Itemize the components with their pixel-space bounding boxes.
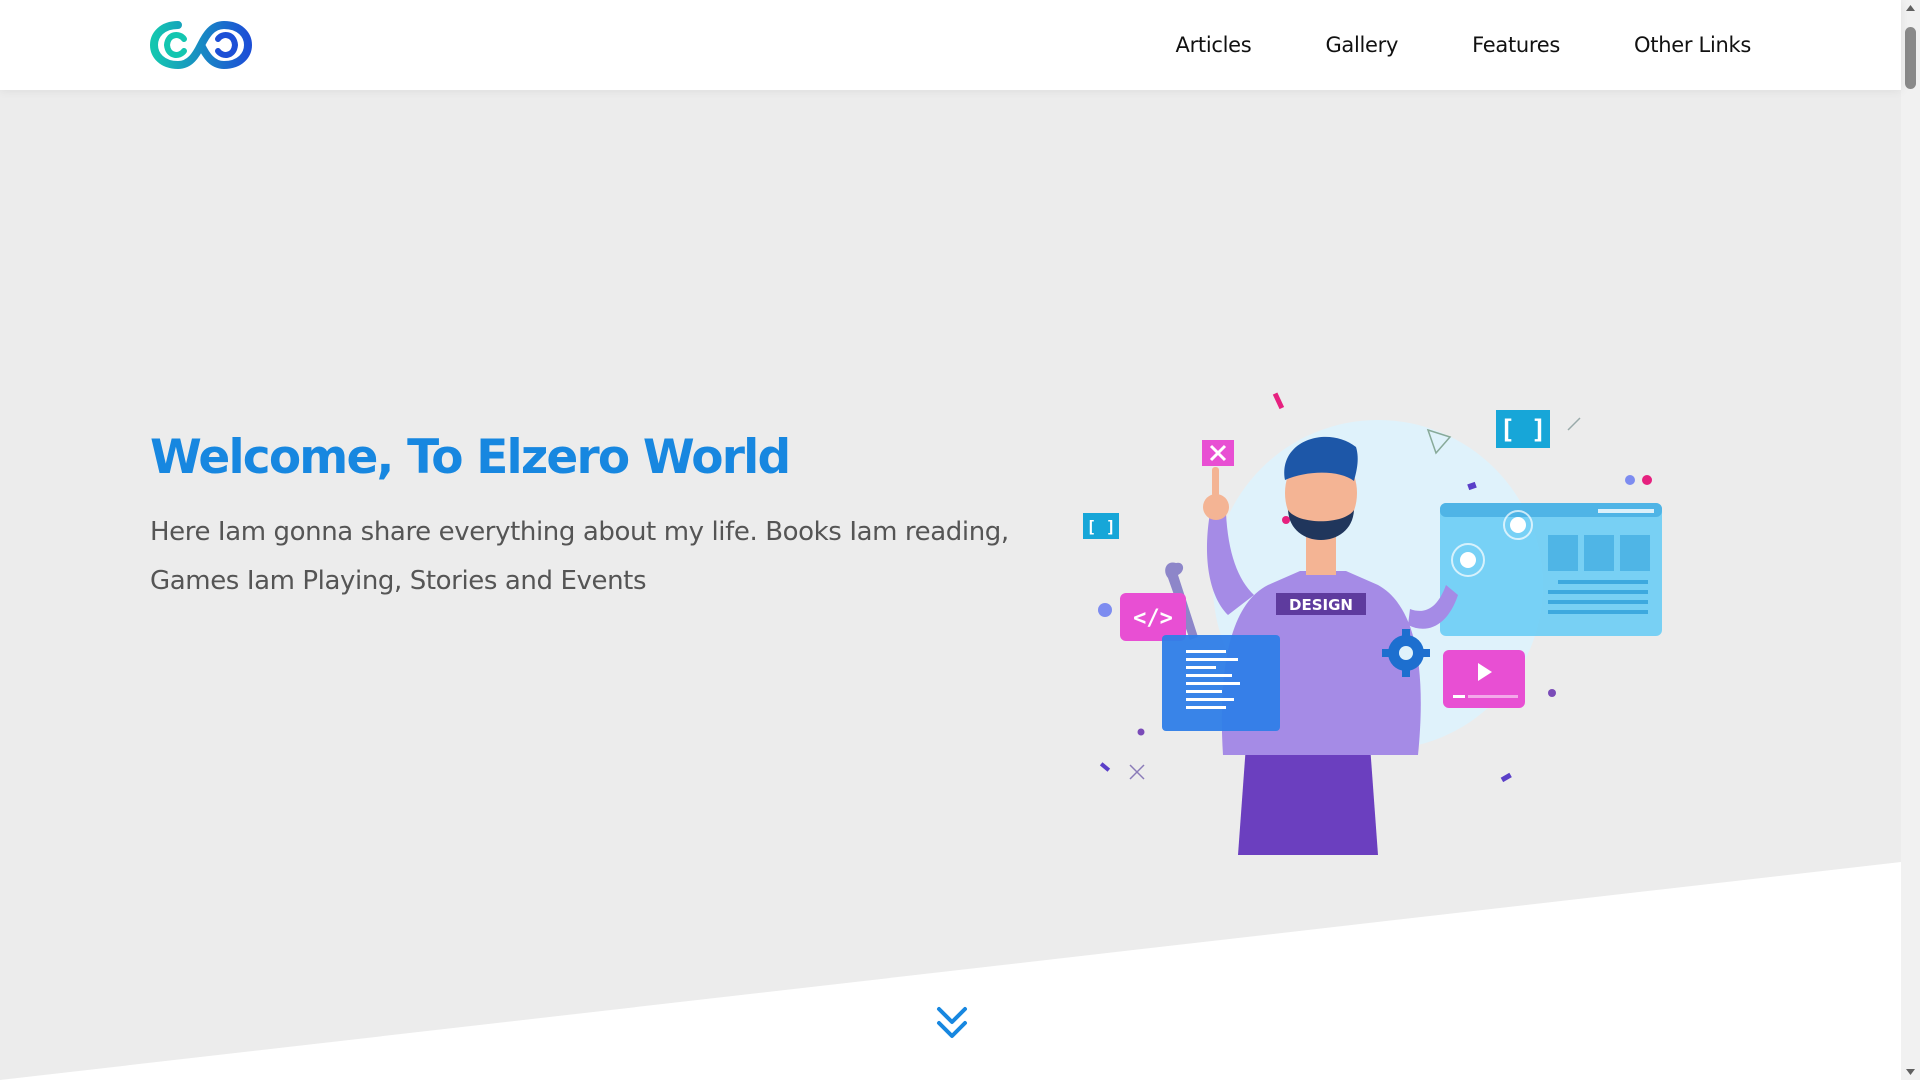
page-scrollbar[interactable] <box>1901 0 1920 1080</box>
scroll-down-arrow-icon[interactable] <box>1901 1063 1920 1080</box>
double-chevron-down-icon[interactable] <box>935 1005 969 1041</box>
site-header: Articles Gallery Features Other Links <box>0 0 1901 90</box>
shirt-label: DESIGN <box>1289 596 1353 614</box>
scroll-up-arrow-icon[interactable] <box>1901 0 1920 17</box>
nav-features[interactable]: Features <box>1435 33 1597 57</box>
nav-gallery[interactable]: Gallery <box>1288 33 1435 57</box>
logo-link[interactable] <box>149 17 253 73</box>
developer-illustration: [ ] [ ] DESIGN </> <box>1083 392 1662 855</box>
scroll-thumb[interactable] <box>1905 27 1916 89</box>
infinity-logo-icon <box>149 20 253 70</box>
landing-description: Here Iam gonna share everything about my… <box>150 517 1009 597</box>
landing-section: Welcome, To Elzero World Here Iam gonna … <box>0 90 1901 1080</box>
main-nav: Articles Gallery Features Other Links <box>1139 0 1752 90</box>
landing-title: Welcome, To Elzero World <box>150 430 791 485</box>
nav-other-links[interactable]: Other Links <box>1597 33 1751 57</box>
svg-text:[ ]: [ ] <box>1500 415 1547 445</box>
svg-text:</>: </> <box>1133 606 1173 631</box>
nav-articles[interactable]: Articles <box>1139 33 1289 57</box>
landing-text: Welcome, To Elzero World Here Iam gonna … <box>150 430 1010 606</box>
svg-text:[ ]: [ ] <box>1087 517 1116 536</box>
